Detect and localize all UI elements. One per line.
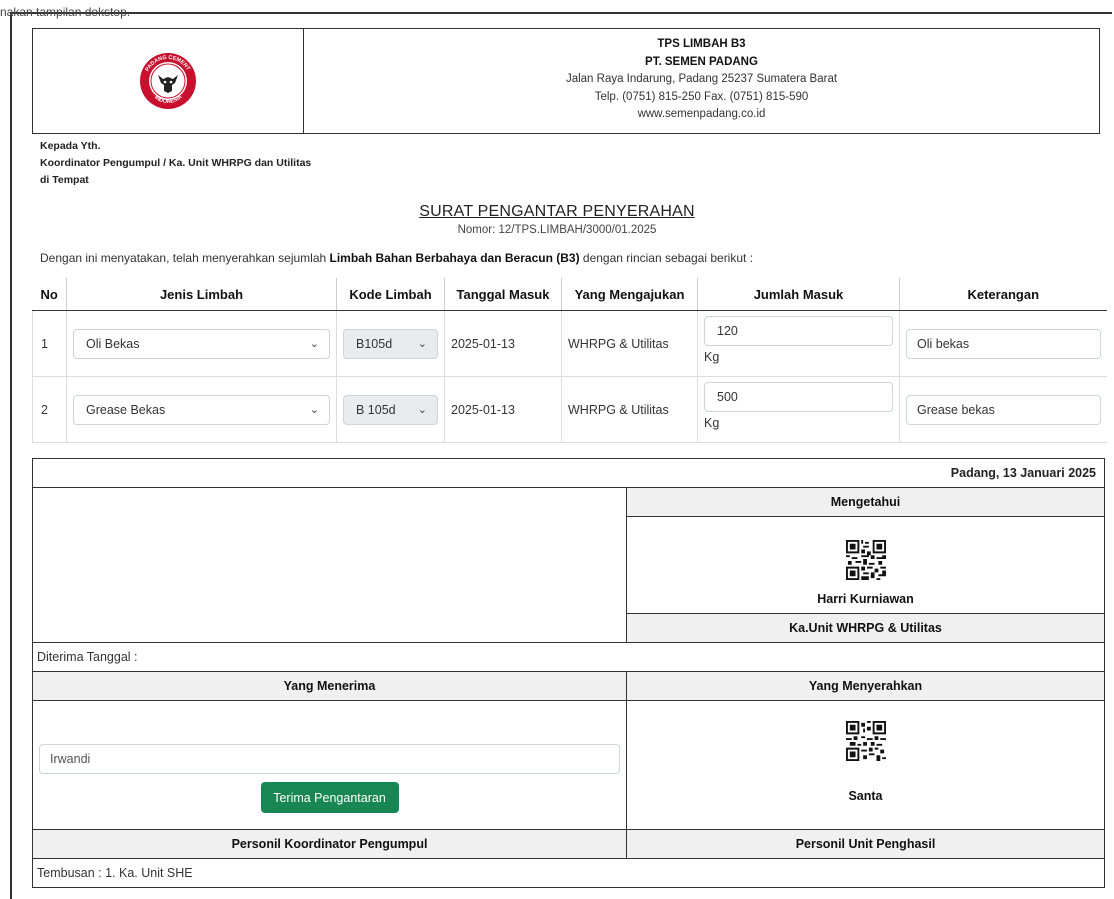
penerima-header: Yang Menerima	[32, 671, 627, 701]
table-row: 1 Oli Bekas ⌄ B105d ⌄ 2025-01-13 WHRPG &…	[32, 310, 1107, 377]
penyerah-cell: Santa	[626, 700, 1105, 830]
jumlah-value: 500	[717, 389, 738, 404]
mengetahui-signature: Harri Kurniawan	[626, 516, 1105, 614]
letter-number: Nomor: 12/TPS.LIMBAH/3000/01.2025	[457, 224, 657, 236]
tanggal-masuk: 2025-01-13	[444, 376, 562, 443]
chevron-down-icon: ⌄	[309, 404, 319, 416]
jenis-limbah-value: Oli Bekas	[86, 336, 140, 351]
semen-padang-logo: PADANG CEMENT INDONESIA	[140, 53, 196, 109]
logo-cell: PADANG CEMENT INDONESIA	[33, 29, 304, 133]
table-header-row: No Jenis Limbah Kode Limbah Tanggal Masu…	[32, 278, 1107, 311]
column-header: Jumlah Masuk	[697, 278, 900, 311]
keterangan-cell: Oli bekas	[899, 310, 1107, 377]
jenis-cell: Oli Bekas ⌄	[66, 310, 337, 377]
intro-bold: Limbah Bahan Berbahaya dan Beracun (B3)	[329, 251, 580, 265]
signature-table: Padang, 13 Januari 2025 Mengetahui Harri…	[32, 458, 1105, 888]
recipient-address: Kepada Yth. Koordinator Pengumpul / Ka. …	[40, 138, 311, 189]
mengetahui-header: Mengetahui	[626, 487, 1105, 517]
penyerah-header: Yang Menyerahkan	[626, 671, 1105, 701]
company-info: TPS LIMBAH B3 PT. SEMEN PADANG Jalan Ray…	[304, 29, 1099, 133]
qr-code-icon	[845, 540, 886, 580]
kode-cell: B105d ⌄	[336, 310, 445, 377]
letter-title: SURAT PENGANTAR PENYERAHAN	[419, 203, 695, 220]
waste-items-table: No Jenis Limbah Kode Limbah Tanggal Masu…	[32, 278, 1107, 443]
tembusan: Tembusan : 1. Ka. Unit SHE	[32, 858, 1105, 888]
keterangan-input[interactable]: Oli bekas	[906, 328, 1101, 359]
kode-cell: B 105d ⌄	[336, 376, 445, 443]
address-line: Koordinator Pengumpul / Ka. Unit WHRPG d…	[40, 157, 312, 169]
penerima-name-value: Irwandi	[50, 752, 91, 766]
unit-label: Kg	[704, 415, 720, 430]
penerima-role: Personil Koordinator Pengumpul	[32, 829, 627, 859]
chevron-down-icon: ⌄	[417, 404, 427, 416]
kode-limbah-value: B 105d	[356, 402, 396, 417]
column-header: Jenis Limbah	[66, 278, 337, 311]
jumlah-cell: 500 Kg	[697, 376, 900, 443]
penyerah-name: Santa	[848, 789, 883, 803]
penerima-name-input[interactable]: Irwandi	[39, 744, 620, 774]
company-address: Jalan Raya Indarung, Padang 25237 Sumate…	[565, 73, 838, 85]
penerima-cell: Irwandi Terima Pengantaran	[32, 700, 627, 830]
kode-limbah-select[interactable]: B 105d ⌄	[343, 394, 438, 425]
blank-cell	[32, 487, 627, 643]
column-header: Tanggal Masuk	[444, 278, 562, 311]
table-row: 2 Grease Bekas ⌄ B 105d ⌄ 2025-01-13 WHR…	[32, 376, 1107, 443]
letter-date: Padang, 13 Januari 2025	[32, 458, 1105, 488]
tanggal-masuk: 2025-01-13	[444, 310, 562, 377]
jenis-limbah-value: Grease Bekas	[86, 402, 166, 417]
qr-code-icon	[845, 721, 886, 761]
company-unit: TPS LIMBAH B3	[657, 38, 746, 50]
column-header: Kode Limbah	[336, 278, 445, 311]
penyerah-role: Personil Unit Penghasil	[626, 829, 1105, 859]
jumlah-masuk-input[interactable]: 500	[704, 381, 893, 412]
column-header: Yang Mengajukan	[561, 278, 698, 311]
unit-label: Kg	[704, 349, 720, 364]
top-note: nakan tampilan dekstop.	[0, 5, 131, 19]
column-header: No	[32, 278, 67, 311]
chevron-down-icon: ⌄	[417, 338, 427, 350]
letterhead: PADANG CEMENT INDONESIA TPS LIMBAH B3 PT…	[32, 28, 1100, 134]
keterangan-input[interactable]: Grease bekas	[906, 394, 1101, 425]
terima-pengantaran-button[interactable]: Terima Pengantaran	[260, 782, 399, 813]
row-number: 2	[32, 376, 67, 443]
yang-mengajukan: WHRPG & Utilitas	[561, 310, 698, 377]
keterangan-value: Oli bekas	[917, 336, 970, 351]
address-line: Kepada Yth.	[40, 140, 101, 152]
intro-post: dengan rincian sebagai berikut :	[579, 251, 754, 265]
intro-text: Dengan ini menyatakan, telah menyerahkan…	[40, 251, 753, 265]
intro-pre: Dengan ini menyatakan, telah menyerahkan…	[40, 251, 330, 265]
jenis-limbah-select[interactable]: Oli Bekas ⌄	[73, 328, 330, 359]
company-name: PT. SEMEN PADANG	[645, 55, 758, 68]
jumlah-masuk-input[interactable]: 120	[704, 315, 893, 346]
company-phone: Telp. (0751) 815-250 Fax. (0751) 815-590	[594, 90, 809, 103]
diterima-tanggal: Diterima Tanggal :	[32, 642, 1105, 672]
mengetahui-name: Harri Kurniawan	[817, 592, 914, 606]
kode-limbah-value: B105d	[356, 336, 393, 351]
jumlah-value: 120	[717, 323, 738, 338]
jumlah-cell: 120 Kg	[697, 310, 900, 377]
jenis-cell: Grease Bekas ⌄	[66, 376, 337, 443]
kode-limbah-select[interactable]: B105d ⌄	[343, 328, 438, 359]
keterangan-value: Grease bekas	[917, 402, 995, 417]
column-header: Keterangan	[899, 278, 1107, 311]
row-number: 1	[32, 310, 67, 377]
yang-mengajukan: WHRPG & Utilitas	[561, 376, 698, 443]
chevron-down-icon: ⌄	[309, 338, 319, 350]
company-website: www.semenpadang.co.id	[637, 108, 766, 120]
jenis-limbah-select[interactable]: Grease Bekas ⌄	[73, 394, 330, 425]
address-line: di Tempat	[40, 174, 89, 186]
mengetahui-role: Ka.Unit WHRPG & Utilitas	[626, 613, 1105, 643]
keterangan-cell: Grease bekas	[899, 376, 1107, 443]
